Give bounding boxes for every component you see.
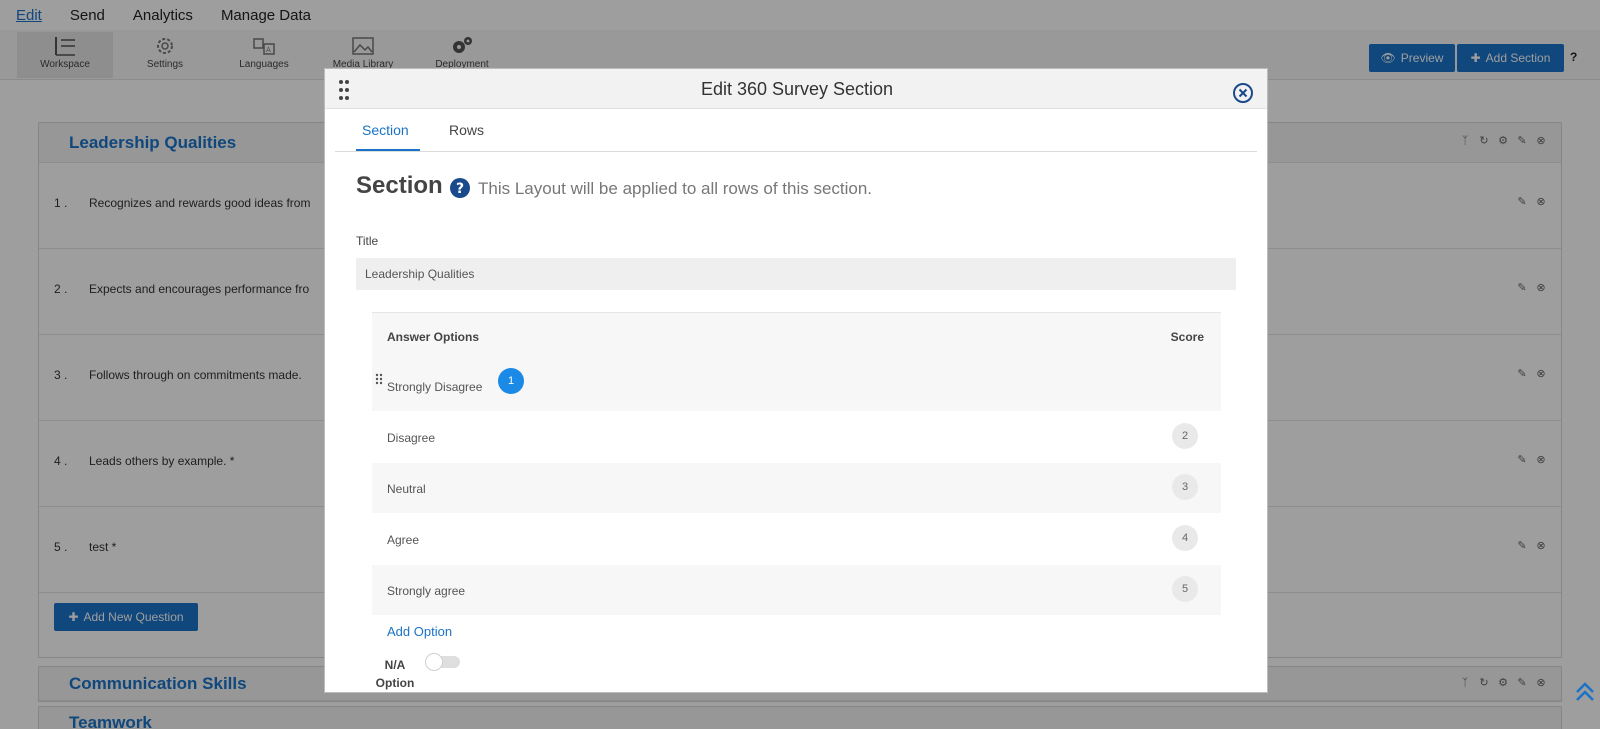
answer-options-table: Answer Options Score Strongly Disagree 1… bbox=[372, 312, 1221, 616]
answer-options-column: Answer Options bbox=[387, 330, 480, 344]
answer-option-row[interactable]: Neutral 3 bbox=[372, 463, 1221, 514]
na-label-line1: N/A bbox=[384, 658, 406, 672]
answer-option-label[interactable]: Neutral bbox=[387, 482, 426, 496]
answer-score[interactable]: 3 bbox=[1172, 474, 1198, 500]
svg-text:?: ? bbox=[456, 181, 464, 197]
tab-section[interactable]: Section bbox=[362, 122, 409, 138]
answer-option-label[interactable]: Agree bbox=[387, 533, 419, 547]
section-description: This Layout will be applied to all rows … bbox=[478, 179, 873, 198]
modal-header: Edit 360 Survey Section bbox=[325, 69, 1267, 109]
answer-option-row[interactable]: Agree 4 bbox=[372, 514, 1221, 565]
answer-score[interactable]: 1 bbox=[498, 368, 524, 394]
answer-option-row[interactable]: Disagree 2 bbox=[372, 412, 1221, 463]
answer-option-row[interactable]: Strongly Disagree 1 bbox=[372, 361, 1221, 412]
answer-option-label[interactable]: Strongly Disagree bbox=[387, 380, 482, 394]
toggle-knob bbox=[425, 653, 443, 671]
section-heading: Section bbox=[356, 172, 443, 199]
modal-tabs: Section Rows bbox=[335, 109, 1257, 152]
score-column: Score bbox=[1170, 330, 1204, 344]
na-label-line2: Option bbox=[375, 676, 415, 690]
tab-rows[interactable]: Rows bbox=[449, 122, 484, 138]
title-input[interactable] bbox=[356, 258, 1236, 290]
answer-option-row[interactable]: Strongly agree 5 bbox=[372, 565, 1221, 616]
answer-options-header: Answer Options Score bbox=[372, 313, 1221, 361]
title-label: Title bbox=[356, 234, 379, 248]
scroll-top-icon[interactable] bbox=[1574, 680, 1596, 704]
close-icon[interactable] bbox=[1232, 82, 1254, 104]
na-option-toggle[interactable] bbox=[425, 653, 460, 671]
add-option-link[interactable]: Add Option bbox=[387, 624, 452, 639]
answer-score[interactable]: 5 bbox=[1172, 576, 1198, 602]
edit-section-modal: Edit 360 Survey Section Section Rows Sec… bbox=[324, 68, 1268, 693]
row-drag-icon[interactable] bbox=[375, 373, 383, 385]
modal-title: Edit 360 Survey Section bbox=[700, 79, 894, 99]
help-icon[interactable]: ? bbox=[449, 177, 471, 199]
active-tab-indicator bbox=[356, 149, 420, 151]
answer-option-label[interactable]: Strongly agree bbox=[387, 584, 465, 598]
answer-score[interactable]: 2 bbox=[1172, 423, 1198, 449]
na-option-label: N/A Option bbox=[374, 656, 416, 692]
answer-option-label[interactable]: Disagree bbox=[387, 431, 435, 445]
answer-score[interactable]: 4 bbox=[1172, 525, 1198, 551]
